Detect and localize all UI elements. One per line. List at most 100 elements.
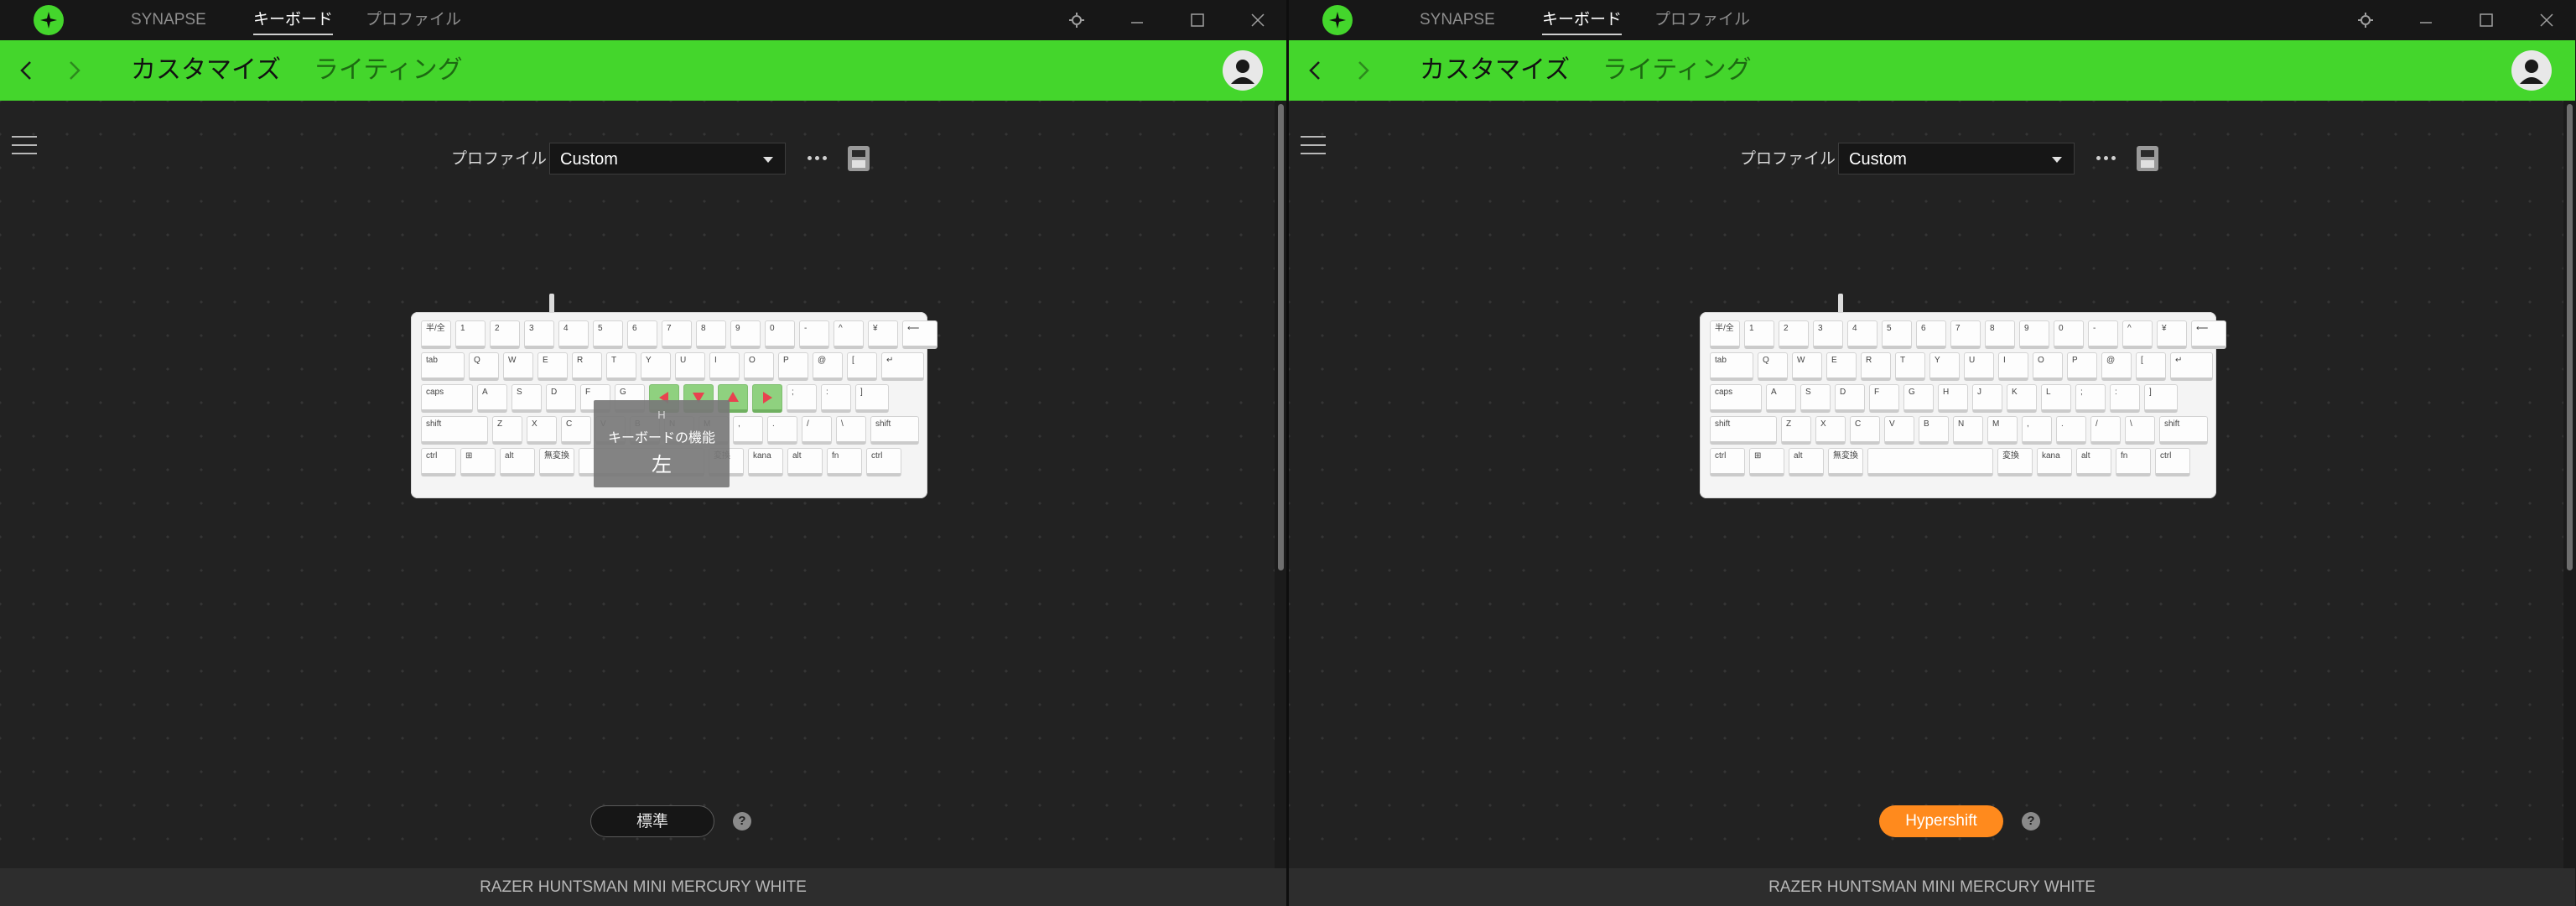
key[interactable]: @ bbox=[2101, 352, 2132, 381]
nav-profile[interactable]: プロファイル bbox=[1654, 0, 1750, 40]
key[interactable]: ^ bbox=[2122, 320, 2153, 349]
key[interactable]: ; bbox=[2075, 384, 2106, 413]
key[interactable]: 6 bbox=[1916, 320, 1946, 349]
key[interactable]: @ bbox=[813, 352, 843, 381]
forward-arrow-icon[interactable] bbox=[1348, 55, 1378, 86]
tab-lighting[interactable]: ライティング bbox=[1602, 40, 1752, 101]
key[interactable]: ⟵ bbox=[2191, 320, 2226, 349]
scrollbar[interactable] bbox=[1275, 101, 1286, 868]
key[interactable]: M bbox=[1987, 416, 2018, 445]
key[interactable]: : bbox=[821, 384, 851, 413]
key[interactable]: U bbox=[675, 352, 705, 381]
key[interactable]: ⊞ bbox=[460, 448, 496, 476]
key[interactable]: / bbox=[2090, 416, 2121, 445]
key[interactable]: - bbox=[799, 320, 829, 349]
key[interactable]: U bbox=[1964, 352, 1994, 381]
key[interactable]: O bbox=[2033, 352, 2063, 381]
nav-synapse[interactable]: SYNAPSE bbox=[1420, 0, 1495, 40]
key[interactable]: ctrl bbox=[421, 448, 456, 476]
maximize-icon[interactable] bbox=[2466, 0, 2506, 40]
key[interactable]: T bbox=[606, 352, 636, 381]
settings-icon[interactable] bbox=[2345, 0, 2386, 40]
key[interactable]: : bbox=[2110, 384, 2140, 413]
profile-dropdown[interactable]: Custom bbox=[549, 143, 786, 174]
key[interactable]: , bbox=[2022, 416, 2052, 445]
key[interactable]: N bbox=[1953, 416, 1983, 445]
key[interactable]: L bbox=[2041, 384, 2071, 413]
key[interactable]: C bbox=[1850, 416, 1880, 445]
key[interactable]: alt bbox=[1789, 448, 1824, 476]
key[interactable]: 1 bbox=[455, 320, 486, 349]
scrollbar-thumb[interactable] bbox=[2567, 104, 2573, 570]
key[interactable]: [ bbox=[847, 352, 877, 381]
key[interactable]: ^ bbox=[834, 320, 864, 349]
key[interactable]: G bbox=[1903, 384, 1934, 413]
key[interactable]: ¥ bbox=[2157, 320, 2187, 349]
key[interactable]: alt bbox=[787, 448, 823, 476]
key[interactable]: E bbox=[538, 352, 568, 381]
key[interactable]: fn bbox=[827, 448, 862, 476]
key[interactable]: . bbox=[767, 416, 797, 445]
scrollbar-thumb[interactable] bbox=[1278, 104, 1284, 570]
key[interactable]: ↵ bbox=[881, 352, 924, 381]
key[interactable]: A bbox=[1766, 384, 1796, 413]
key[interactable]: 4 bbox=[1847, 320, 1877, 349]
back-arrow-icon[interactable] bbox=[1301, 55, 1331, 86]
key[interactable]: 3 bbox=[524, 320, 554, 349]
key[interactable]: 6 bbox=[627, 320, 657, 349]
nav-synapse[interactable]: SYNAPSE bbox=[131, 0, 206, 40]
key[interactable]: 半/全 bbox=[421, 320, 451, 349]
key[interactable]: 2 bbox=[1779, 320, 1809, 349]
key[interactable]: X bbox=[527, 416, 557, 445]
key[interactable]: D bbox=[1835, 384, 1865, 413]
key[interactable]: ⊞ bbox=[1749, 448, 1784, 476]
hamburger-menu-icon[interactable] bbox=[12, 134, 39, 156]
key[interactable]: 3 bbox=[1813, 320, 1843, 349]
nav-keyboard[interactable]: キーボード bbox=[253, 0, 334, 40]
key[interactable]: W bbox=[1792, 352, 1822, 381]
key[interactable]: H bbox=[1938, 384, 1968, 413]
key[interactable]: R bbox=[572, 352, 602, 381]
key[interactable]: tab bbox=[1710, 352, 1753, 381]
key[interactable]: Q bbox=[1758, 352, 1788, 381]
key[interactable]: 5 bbox=[593, 320, 623, 349]
key[interactable]: 7 bbox=[1950, 320, 1981, 349]
razer-logo-icon[interactable] bbox=[34, 5, 64, 35]
key[interactable]: alt bbox=[2076, 448, 2111, 476]
key[interactable]: K bbox=[2007, 384, 2037, 413]
help-icon[interactable]: ? bbox=[2022, 812, 2040, 830]
key[interactable]: W bbox=[503, 352, 533, 381]
key[interactable]: - bbox=[2088, 320, 2118, 349]
key[interactable]: Z bbox=[1781, 416, 1811, 445]
key[interactable]: 2 bbox=[490, 320, 520, 349]
minimize-icon[interactable] bbox=[2406, 0, 2446, 40]
key[interactable]: S bbox=[512, 384, 542, 413]
key[interactable]: C bbox=[561, 416, 591, 445]
key[interactable]: X bbox=[1815, 416, 1846, 445]
key[interactable]: 5 bbox=[1882, 320, 1912, 349]
key[interactable]: ⟵ bbox=[902, 320, 937, 349]
key[interactable]: I bbox=[1998, 352, 2028, 381]
key[interactable]: P bbox=[2067, 352, 2097, 381]
user-avatar-icon[interactable] bbox=[2511, 50, 2552, 91]
key[interactable]: 0 bbox=[765, 320, 795, 349]
razer-logo-icon[interactable] bbox=[1322, 5, 1353, 35]
maximize-icon[interactable] bbox=[1177, 0, 1218, 40]
key[interactable]: caps bbox=[421, 384, 473, 413]
key[interactable]: shift bbox=[421, 416, 488, 445]
key[interactable]: 1 bbox=[1744, 320, 1774, 349]
key[interactable]: . bbox=[2056, 416, 2086, 445]
key[interactable]: A bbox=[477, 384, 507, 413]
key[interactable]: V bbox=[1884, 416, 1914, 445]
key[interactable]: alt bbox=[500, 448, 535, 476]
nav-profile[interactable]: プロファイル bbox=[366, 0, 461, 40]
key[interactable] bbox=[1867, 448, 1993, 476]
key[interactable]: caps bbox=[1710, 384, 1762, 413]
key[interactable]: ↵ bbox=[2170, 352, 2213, 381]
key[interactable]: ] bbox=[2144, 384, 2178, 413]
minimize-icon[interactable] bbox=[1117, 0, 1157, 40]
key[interactable]: 8 bbox=[696, 320, 726, 349]
user-avatar-icon[interactable] bbox=[1223, 50, 1263, 91]
onboard-memory-icon[interactable] bbox=[2133, 143, 2162, 174]
key[interactable]: 無変換 bbox=[539, 448, 574, 476]
